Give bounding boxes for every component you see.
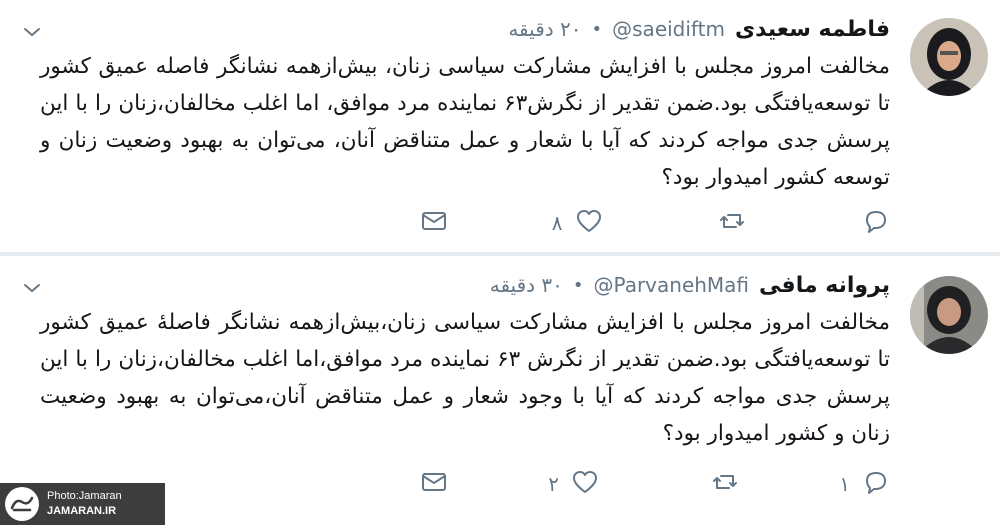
- retweet-icon: [718, 207, 746, 240]
- retweet-button[interactable]: [699, 468, 739, 501]
- separator-dot: •: [572, 274, 584, 296]
- separator-dot: •: [591, 18, 603, 40]
- user-handle[interactable]: @ParvanehMafi: [594, 273, 750, 297]
- tweet-header: پروانه مافی @ParvanehMafi • ۳۰ دقیقه: [70, 270, 890, 300]
- direct-message-button[interactable]: [420, 207, 448, 240]
- direct-message-button[interactable]: [420, 468, 448, 501]
- avatar[interactable]: [910, 276, 988, 354]
- tweet-text: مخالفت امروز مجلس با افزایش مشارکت سیاسی…: [40, 54, 891, 190]
- envelope-icon: [420, 207, 448, 240]
- tweet-card[interactable]: فاطمه سعیدی @saeidiftm • ۲۰ دقیقه مخالفت…: [0, 0, 1000, 252]
- timestamp[interactable]: ۲۰ دقیقه: [508, 17, 581, 41]
- reply-icon: [862, 207, 890, 240]
- reply-button[interactable]: [850, 207, 890, 240]
- tweet-header: فاطمه سعیدی @saeidiftm • ۲۰ دقیقه: [70, 14, 890, 44]
- jamaran-logo-icon: [5, 487, 39, 521]
- heart-icon: [571, 468, 599, 501]
- heart-icon: [575, 207, 603, 240]
- retweet-icon: [711, 468, 739, 501]
- like-button[interactable]: ۲: [548, 468, 599, 501]
- tweet-text: مخالفت امروز مجلس با افزایش مشارکت سیاسی…: [40, 310, 890, 446]
- tweet-actions: ۱ ۲: [420, 466, 890, 502]
- avatar[interactable]: [910, 18, 988, 96]
- display-name[interactable]: پروانه مافی: [759, 273, 890, 298]
- tweet-actions: ۸: [420, 205, 890, 241]
- reply-count: ۱: [839, 472, 850, 496]
- watermark-line1: Photo:Jamaran: [47, 490, 122, 502]
- chevron-down-icon[interactable]: [20, 20, 44, 44]
- display-name[interactable]: فاطمه سعیدی: [735, 17, 890, 42]
- like-button[interactable]: ۸: [552, 207, 603, 240]
- reply-icon: [862, 468, 890, 501]
- envelope-icon: [420, 468, 448, 501]
- retweet-button[interactable]: [706, 207, 746, 240]
- watermark-line2: JAMARAN.IR: [47, 505, 117, 517]
- reply-button[interactable]: ۱: [839, 468, 890, 501]
- chevron-down-icon[interactable]: [20, 276, 44, 300]
- watermark: Photo:Jamaran JAMARAN.IR: [0, 483, 165, 525]
- timestamp[interactable]: ۳۰ دقیقه: [490, 273, 563, 297]
- watermark-text: Photo:Jamaran JAMARAN.IR: [47, 489, 122, 519]
- user-handle[interactable]: @saeidiftm: [612, 17, 725, 41]
- like-count: ۲: [548, 472, 559, 496]
- like-count: ۸: [551, 211, 563, 235]
